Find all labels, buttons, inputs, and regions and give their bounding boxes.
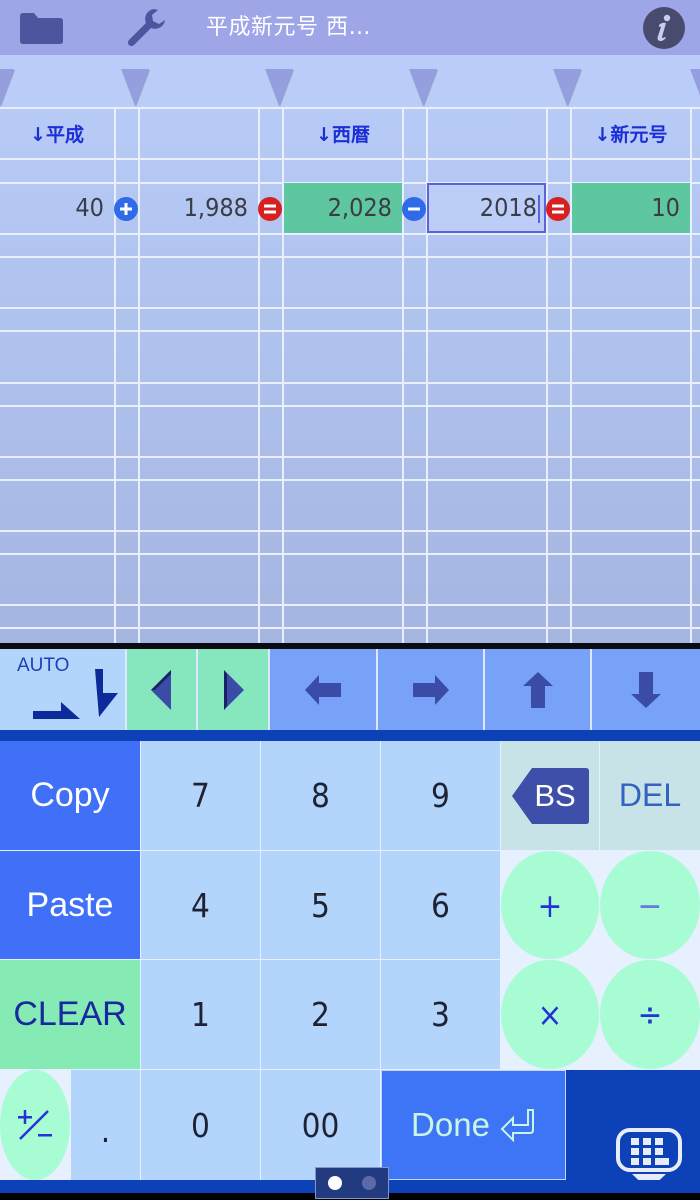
column-header-heisei[interactable]: ↓平成 [0,110,114,160]
page-indicator[interactable] [315,1167,389,1199]
plus-circle-icon[interactable] [114,197,138,221]
move-down-button[interactable] [592,649,700,730]
info-icon [643,6,685,49]
delete-button[interactable]: DEL [600,741,700,850]
key-8[interactable]: 8 [261,741,380,850]
decimal-button[interactable]: . [71,1070,140,1180]
key-6[interactable]: 6 [381,851,500,959]
done-label: Done [411,1106,490,1143]
return-icon [500,1109,534,1142]
arrow-right-icon [412,674,449,705]
cell-editing-input[interactable]: 2018 [427,183,546,233]
wrench-icon [127,8,165,46]
add-button[interactable]: + [501,851,599,959]
done-button[interactable]: Done [381,1070,566,1180]
backspace-label: BS [534,777,576,813]
key-0[interactable]: 0 [141,1070,260,1180]
divide-button[interactable]: ÷ [600,960,700,1069]
column-marker-icon[interactable] [121,69,149,106]
key-00[interactable]: 00 [261,1070,380,1180]
auto-direction-icon [33,669,118,719]
page-dot[interactable] [362,1176,376,1190]
arrow-left-icon [305,674,341,705]
backspace-button[interactable]: BS [501,741,599,850]
column-marker-icon[interactable] [690,69,700,106]
column-marker-icon[interactable] [409,69,437,106]
column-marker-icon[interactable] [0,69,14,106]
app-header: 平成新元号 西… [0,0,700,55]
document-title: 平成新元号 西… [206,15,371,40]
move-left-button[interactable] [270,649,376,730]
triangle-right-icon [224,669,244,710]
settings-button[interactable] [118,0,174,55]
clear-button[interactable]: CLEAR [0,960,140,1069]
equals-circle-icon[interactable] [258,197,282,221]
multiply-button[interactable]: × [501,960,599,1069]
column-header-4[interactable] [428,110,546,160]
cursor-left-button[interactable] [127,649,196,730]
equals-circle-icon[interactable] [546,197,570,221]
copy-button[interactable]: Copy [0,741,140,850]
text-caret [538,195,540,223]
key-2[interactable]: 2 [261,960,380,1069]
minus-circle-icon[interactable] [402,197,426,221]
delete-label: DEL [618,777,682,813]
folder-button[interactable] [12,0,70,55]
arrow-down-icon [631,671,661,708]
cursor-right-button[interactable] [198,649,268,730]
page-dot-active[interactable] [328,1176,342,1190]
info-button[interactable] [636,0,692,55]
auto-direction-button[interactable]: AUTO [0,649,125,730]
hide-keyboard-button[interactable] [566,1070,700,1190]
key-7[interactable]: 7 [141,741,260,850]
triangle-left-icon [150,669,171,710]
divider [0,730,700,741]
cell-new-era-result[interactable]: 10 [572,183,690,233]
key-1[interactable]: 1 [141,960,260,1069]
cell-input-value: 2018 [479,193,537,222]
cell-heisei[interactable]: 40 [0,183,114,233]
backspace-icon: BS [512,767,590,824]
move-right-button[interactable] [378,649,483,730]
key-5[interactable]: 5 [261,851,380,959]
cursor-toolbar: AUTO [0,649,700,730]
paste-button[interactable]: Paste [0,851,140,959]
cell-seireki-result[interactable]: 2,028 [284,183,402,233]
column-header-seireki[interactable]: ↓西暦 [284,110,402,160]
key-4[interactable]: 4 [141,851,260,959]
cell-year-1[interactable]: 1,988 [140,183,258,233]
key-9[interactable]: 9 [381,741,500,850]
key-3[interactable]: 3 [381,960,500,1069]
folder-icon [20,12,63,44]
plus-minus-icon [18,1110,52,1140]
column-marker-icon[interactable] [553,69,581,106]
column-header-new-era[interactable]: ↓新元号 [572,110,690,160]
subtract-button[interactable]: − [600,851,700,959]
column-markers [0,55,700,108]
column-marker-icon[interactable] [265,69,293,106]
column-header-2[interactable] [140,110,258,160]
arrow-up-icon [522,671,553,708]
move-up-button[interactable] [485,649,590,730]
plus-minus-button[interactable] [0,1070,70,1180]
spreadsheet: ↓平成 ↓西暦 ↓新元号 40 1,988 2,028 2018 10 [0,55,700,643]
